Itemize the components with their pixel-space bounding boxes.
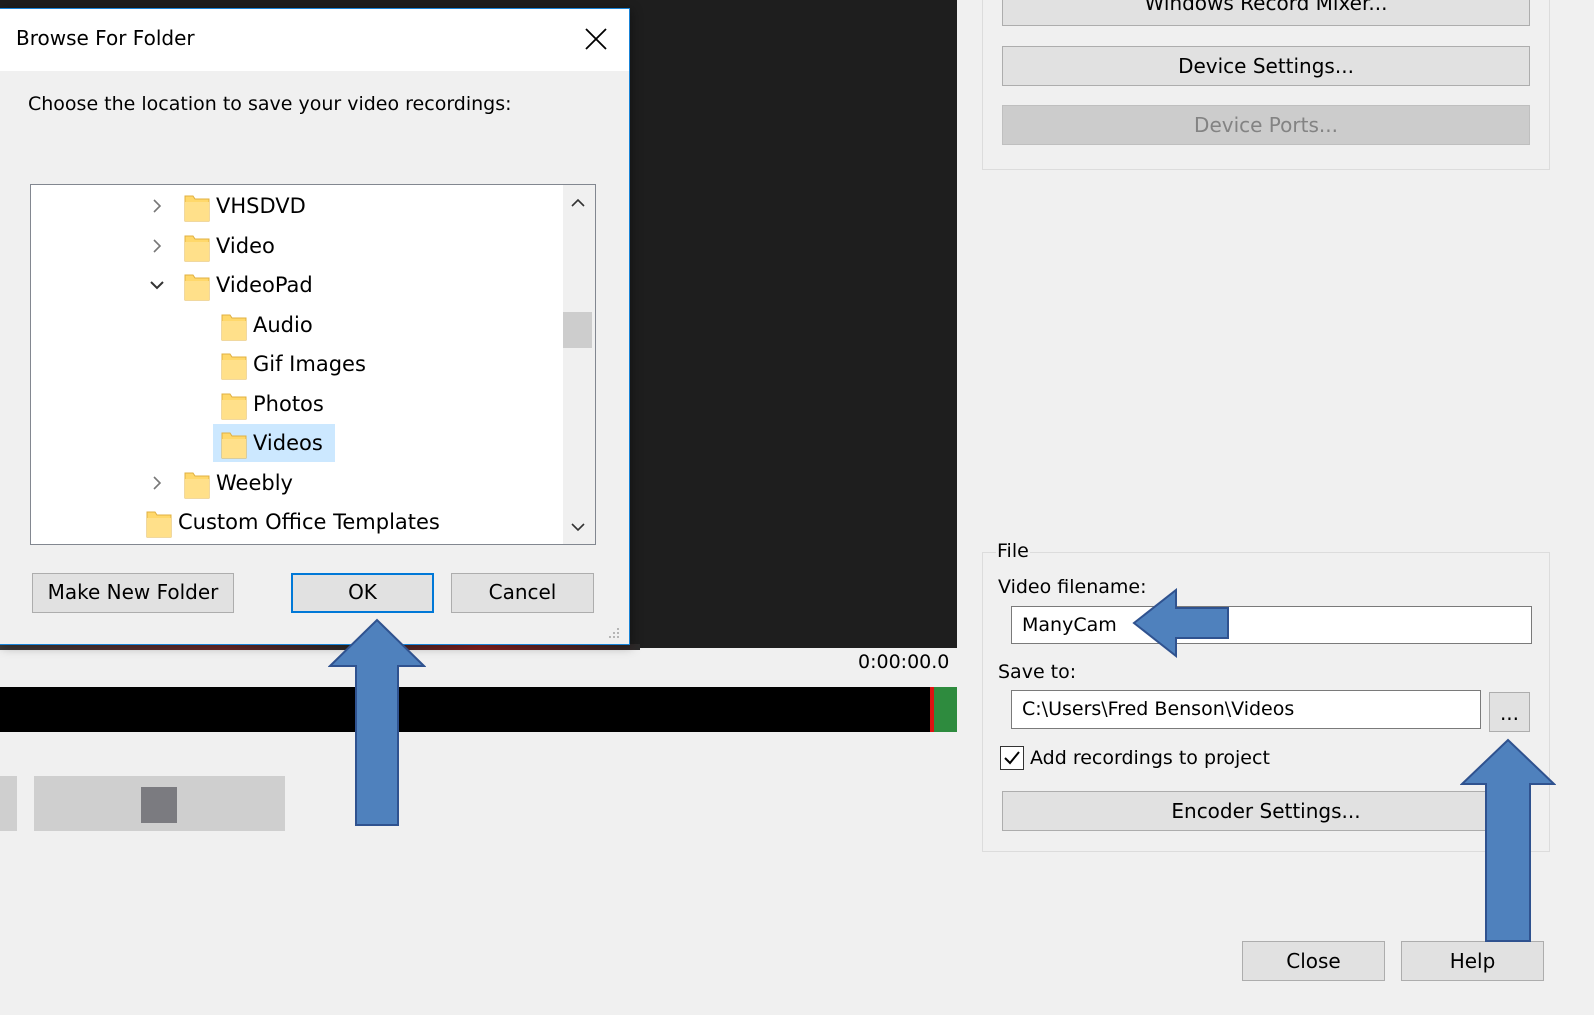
video-filename-label: Video filename: [998, 576, 1147, 598]
save-to-label: Save to: [998, 661, 1077, 683]
tree-item-label: VHSDVD [216, 194, 306, 218]
resize-grip-icon[interactable] [604, 625, 622, 643]
folder-icon [221, 350, 247, 380]
tree-item[interactable]: Gif Images [31, 345, 561, 383]
scroll-down-icon[interactable] [567, 516, 589, 538]
chevron-right-icon[interactable] [147, 473, 167, 493]
tree-scrollbar-thumb[interactable] [563, 312, 592, 348]
folder-icon [184, 232, 210, 262]
tree-item-label: VideoPad [216, 273, 313, 297]
timecode-display: 0:00:00.0 [858, 651, 950, 673]
record-button[interactable] [0, 776, 17, 831]
tree-item[interactable]: Custom Office Templates [31, 503, 561, 541]
dialog-title: Browse For Folder [16, 26, 195, 50]
close-button[interactable]: Close [1242, 941, 1385, 981]
folder-tree[interactable]: VHSDVD Video VideoPad Audio Gif Images Photos… [30, 184, 596, 545]
tree-item[interactable]: Weebly [31, 464, 561, 502]
folder-icon [184, 192, 210, 222]
add-recordings-label: Add recordings to project [1030, 747, 1270, 769]
folder-icon [184, 469, 210, 499]
chevron-right-icon[interactable] [147, 196, 167, 216]
timeline-level-meter [934, 687, 957, 732]
folder-icon [146, 508, 172, 538]
make-new-folder-button[interactable]: Make New Folder [32, 573, 234, 613]
save-to-input[interactable]: C:\Users\Fred Benson\Videos [1011, 690, 1481, 729]
folder-icon [221, 429, 247, 459]
cancel-button[interactable]: Cancel [451, 573, 594, 613]
tree-item[interactable]: Video [31, 227, 561, 265]
tree-item-label: Photos [253, 391, 324, 416]
scroll-up-icon[interactable] [567, 192, 589, 214]
add-recordings-checkbox[interactable] [1000, 746, 1024, 770]
tree-item[interactable]: Videos [31, 424, 561, 462]
close-icon[interactable] [576, 19, 616, 59]
device-ports-button[interactable]: Device Ports... [1002, 105, 1530, 145]
chevron-right-icon[interactable] [147, 236, 167, 256]
tree-item-label: Video [216, 233, 275, 258]
chevron-down-icon[interactable] [147, 275, 167, 295]
ok-button[interactable]: OK [291, 573, 434, 613]
file-group-legend: File [996, 540, 1030, 562]
tree-item-label: Audio [253, 312, 313, 337]
timeline-track[interactable] [0, 687, 932, 732]
tree-item[interactable]: Photos [31, 385, 561, 423]
annotation-arrow-up-ok [328, 618, 426, 828]
folder-icon [221, 311, 247, 341]
device-settings-button[interactable]: Device Settings... [1002, 46, 1530, 86]
folder-icon [184, 271, 210, 301]
stop-icon [141, 787, 177, 823]
tree-item-label: Videos [253, 431, 323, 455]
encoder-settings-button[interactable]: Encoder Settings... [1002, 791, 1530, 831]
tree-item-label: Gif Images [253, 352, 366, 376]
browse-button[interactable]: ... [1489, 692, 1530, 732]
dialog-prompt: Choose the location to save your video r… [28, 93, 512, 115]
tree-scrollbar[interactable] [563, 185, 595, 544]
record-mixer-button[interactable]: Windows Record Mixer... [1002, 0, 1530, 26]
tree-item-label: Custom Office Templates [178, 510, 440, 534]
tree-item[interactable]: VideoPad [31, 266, 561, 304]
browse-for-folder-dialog: Browse For Folder Choose the location to… [0, 8, 630, 645]
help-button[interactable]: Help [1401, 941, 1544, 981]
annotation-arrow-left [1132, 588, 1232, 658]
folder-icon [221, 390, 247, 420]
tree-item[interactable]: VHSDVD [31, 187, 561, 225]
tree-item-label: Weebly [216, 470, 293, 495]
annotation-arrow-up-browse [1460, 738, 1556, 944]
video-filename-input[interactable]: ManyCam [1011, 606, 1532, 644]
tree-item[interactable]: Audio [31, 306, 561, 344]
